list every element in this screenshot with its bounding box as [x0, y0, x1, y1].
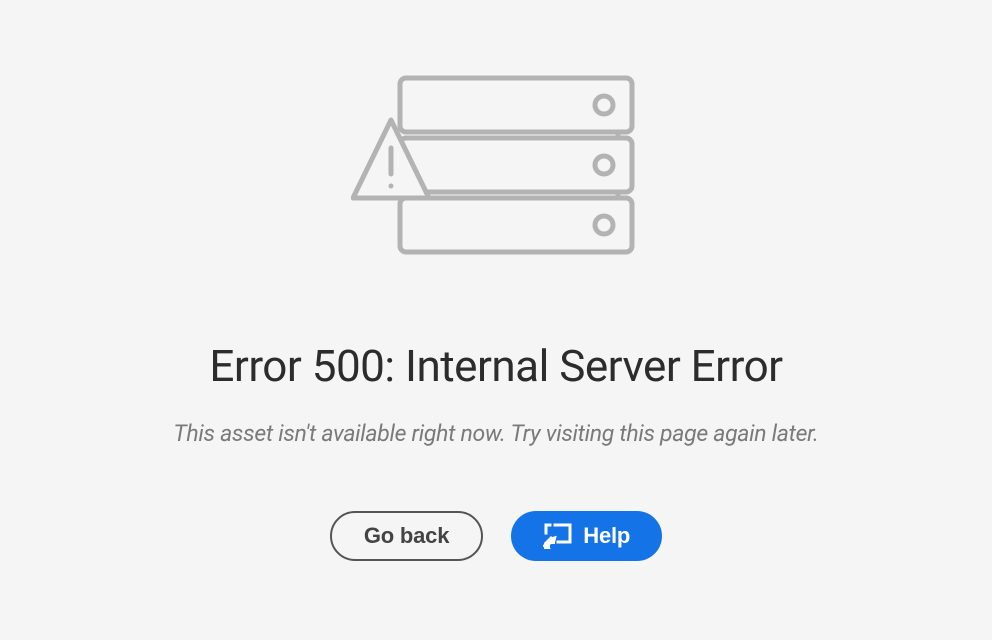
error-page: Error 500: Internal Server Error This as… — [0, 0, 992, 640]
server-error-illustration — [351, 64, 641, 268]
go-back-button[interactable]: Go back — [330, 511, 483, 561]
help-icon — [543, 522, 573, 550]
error-title: Error 500: Internal Server Error — [209, 340, 782, 392]
help-button[interactable]: Help — [511, 511, 662, 561]
help-label: Help — [583, 523, 630, 549]
go-back-label: Go back — [364, 523, 449, 549]
error-message: This asset isn't available right now. Tr… — [173, 420, 818, 447]
action-row: Go back — [330, 511, 662, 561]
